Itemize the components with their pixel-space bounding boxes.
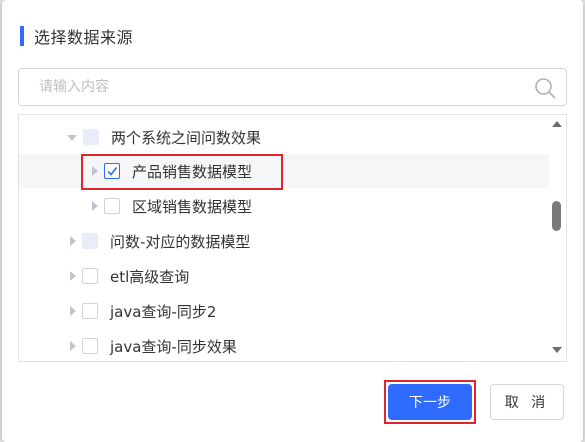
tree-node-checkbox[interactable] [82, 303, 98, 319]
tree-node-label: etl高级查询 [110, 267, 190, 286]
search-icon[interactable] [534, 77, 556, 99]
title-accent-bar [20, 26, 24, 46]
search-input[interactable] [19, 69, 519, 105]
caret-right-icon[interactable] [92, 166, 98, 176]
tree-node-checkbox[interactable] [82, 338, 98, 354]
scrollbar-thumb[interactable] [552, 201, 561, 231]
scroll-up-arrow-icon[interactable] [552, 121, 562, 127]
tree-node[interactable]: 区域销售数据模型 [19, 189, 549, 223]
dialog-title-text: 选择数据来源 [34, 28, 134, 47]
search-box[interactable] [18, 68, 567, 106]
tree-node[interactable]: 两个系统之间问数效果 [19, 120, 549, 154]
tree-node-label: 产品销售数据模型 [132, 162, 253, 181]
caret-right-icon[interactable] [70, 341, 76, 351]
tree-node[interactable]: java查询-同步2 [19, 294, 549, 328]
caret-right-icon[interactable] [92, 201, 98, 211]
check-icon [107, 167, 118, 176]
tree-node-checkbox[interactable] [82, 233, 98, 249]
caret-down-icon[interactable] [67, 135, 77, 141]
cancel-button[interactable]: 取 消 [490, 384, 564, 420]
select-data-source-dialog: 选择数据来源 两个系统之间问数效果 产品销售数据模型 区域销售数据 [2, 0, 583, 442]
tree-node[interactable]: 问数-对应的数据模型 [19, 224, 549, 258]
tree-node-label: java查询-同步2 [110, 302, 217, 321]
tree-node-checkbox-checked[interactable] [104, 163, 120, 179]
caret-right-icon[interactable] [70, 306, 76, 316]
scroll-down-arrow-icon[interactable] [552, 347, 562, 353]
tree-node-label: 问数-对应的数据模型 [110, 232, 251, 251]
tree-node-label: java查询-同步效果 [110, 337, 237, 356]
tree-node-selected[interactable]: 产品销售数据模型 [19, 154, 549, 188]
caret-right-icon[interactable] [70, 236, 76, 246]
tree-scrollbar[interactable] [548, 115, 566, 361]
tree-node-checkbox[interactable] [83, 129, 99, 145]
tree-node-label: 区域销售数据模型 [132, 197, 253, 216]
tree-node[interactable]: java查询-同步效果 [19, 329, 549, 361]
caret-right-icon[interactable] [70, 271, 76, 281]
tree-node-checkbox[interactable] [104, 198, 120, 214]
data-source-tree: 两个系统之间问数效果 产品销售数据模型 区域销售数据模型 问数-对应的数据模型 [18, 114, 567, 362]
dialog-title: 选择数据来源 [20, 26, 134, 47]
next-step-button[interactable]: 下一步 [388, 384, 472, 420]
tree-node-label: 两个系统之间问数效果 [111, 128, 262, 147]
tree-node[interactable]: etl高级查询 [19, 259, 549, 293]
tree-node-checkbox[interactable] [82, 268, 98, 284]
